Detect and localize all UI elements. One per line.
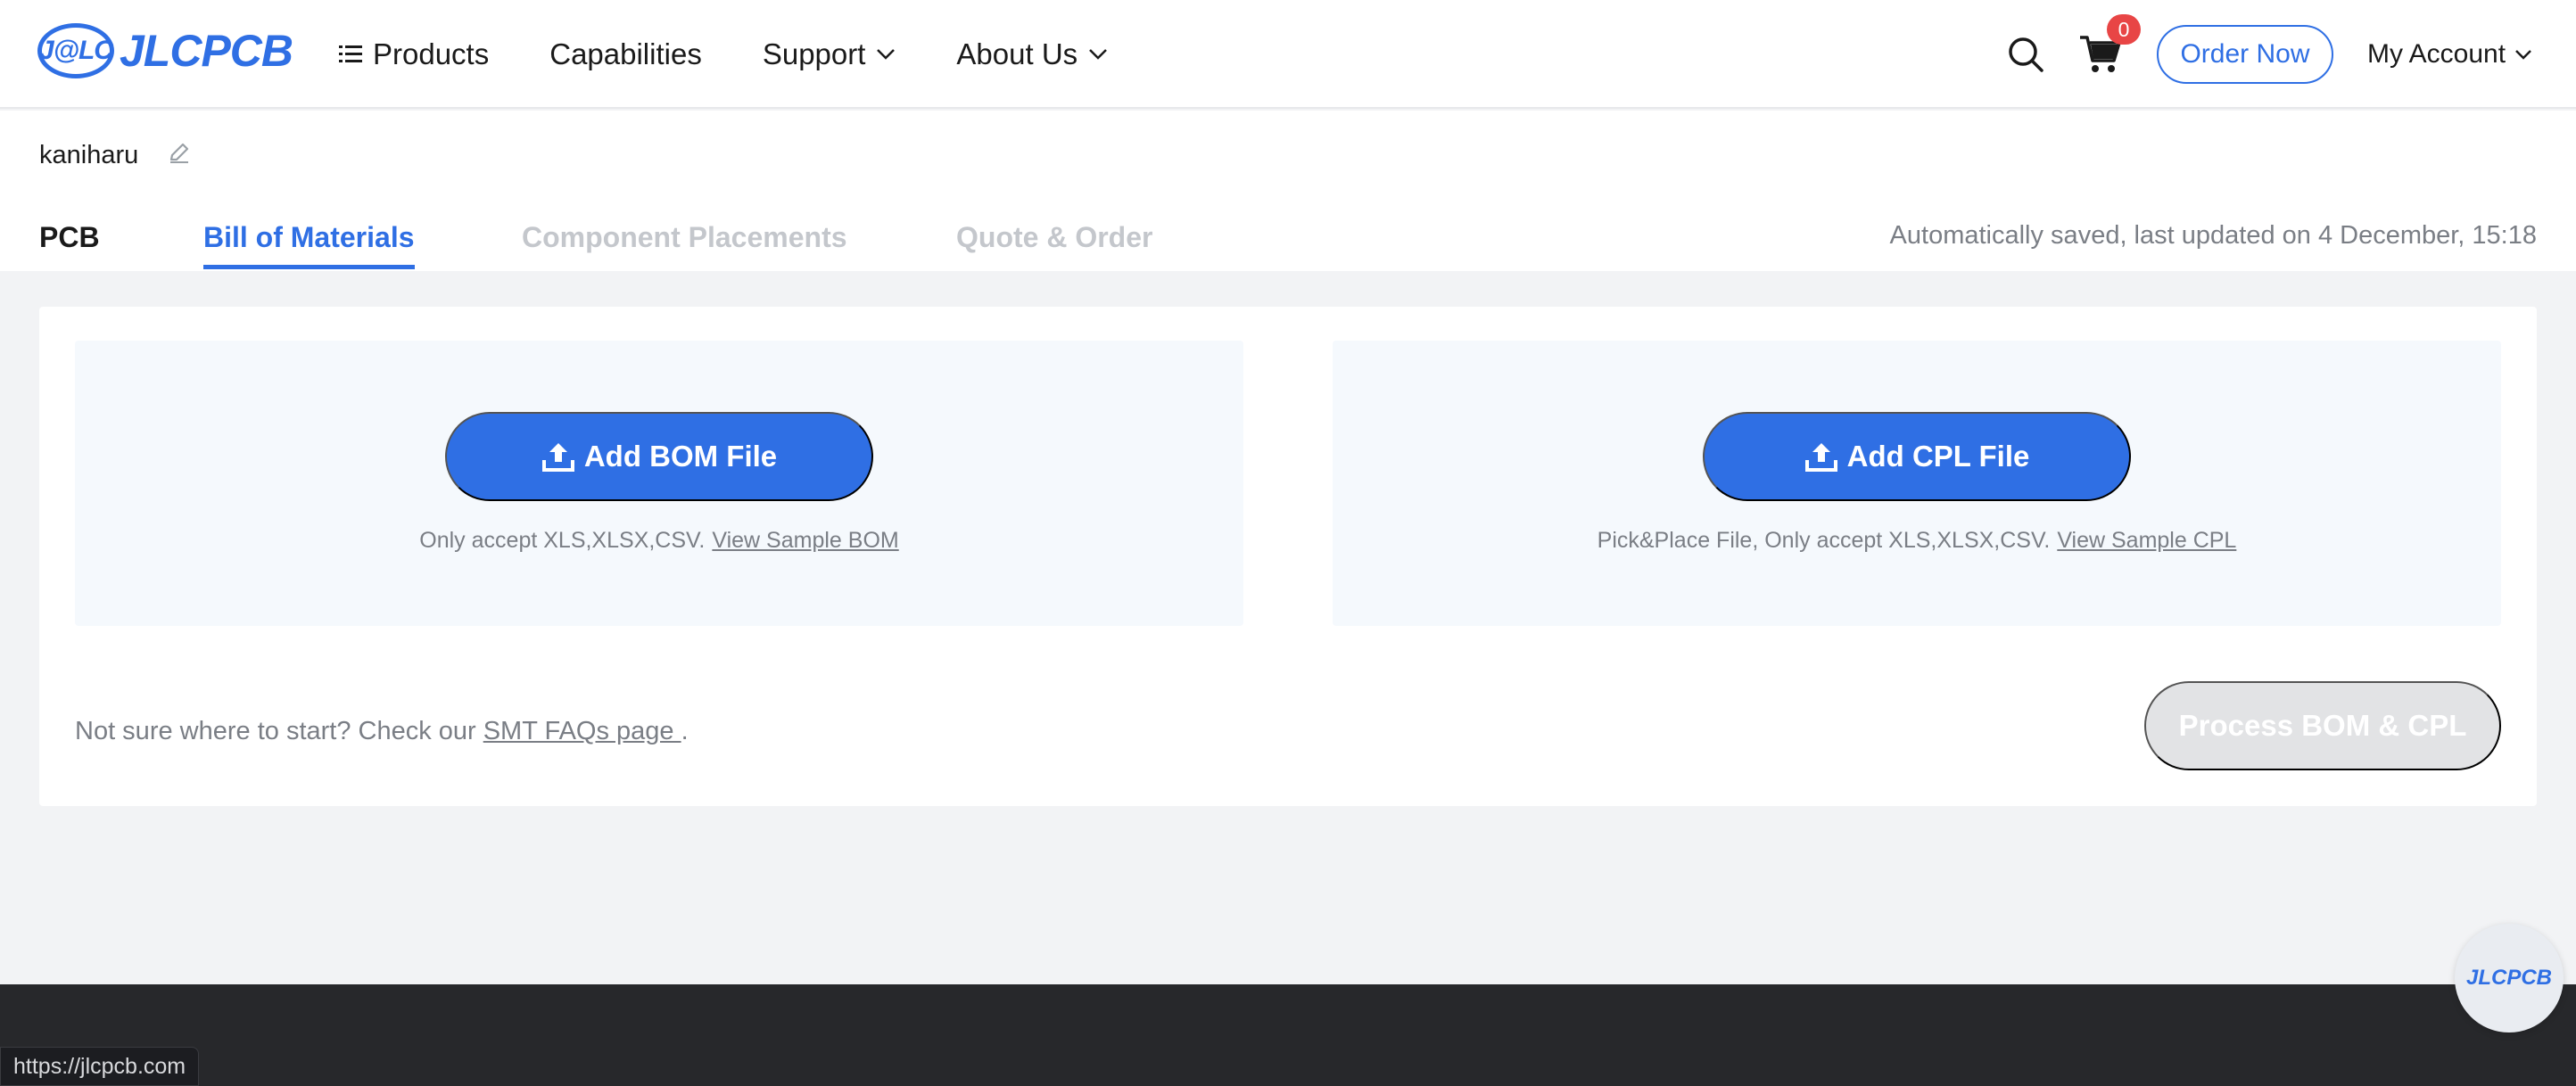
chevron-down-icon [1089,49,1108,60]
chat-widget-label: JLCPCB [2465,966,2552,990]
cpl-drop-zone[interactable]: Add CPL File Pick&Place File, Only accep… [1333,341,2501,626]
help-text-suffix: . [681,717,689,745]
logo-badge-text: J@LC [39,36,113,65]
project-header: kaniharu PCB Bill of Materials Component… [0,111,2576,271]
order-now-button[interactable]: Order Now [2157,25,2333,84]
help-text-prefix: Not sure where to start? Check our [75,717,476,745]
nav-capabilities[interactable]: Capabilities [549,37,702,71]
chevron-down-icon [2515,50,2531,60]
list-icon [339,45,362,62]
nav-support-label: Support [762,37,866,70]
cpl-hint-text: Pick&Place File, Only accept XLS,XLSX,CS… [1597,528,2051,553]
my-account-menu[interactable]: My Account [2367,36,2532,73]
pencil-edit-icon[interactable] [168,141,191,164]
view-sample-cpl-link[interactable]: View Sample CPL [2057,528,2236,553]
bom-hint-text: Only accept XLS,XLSX,CSV. [419,528,706,553]
tab-pcb[interactable]: PCB [39,214,100,271]
add-cpl-file-label: Add CPL File [1846,440,2030,473]
page-footer [0,984,2576,1086]
tab-quote-order: Quote & Order [956,221,1153,253]
smt-faqs-link[interactable]: SMT FAQs page [483,717,681,745]
nav-about-us-label: About Us [956,37,1078,70]
my-account-label: My Account [2367,39,2506,69]
browser-status-url: https://jlcpcb.com [0,1047,200,1086]
upload-icon [1804,443,1837,472]
bom-hint: Only accept XLS,XLSX,CSV. View Sample BOM [75,528,1243,554]
nav-support[interactable]: Support [763,37,896,71]
jlcpcb-chat-widget[interactable]: JLCPCB [2455,924,2564,1033]
view-sample-bom-link[interactable]: View Sample BOM [712,528,898,553]
top-navbar: J@LC JLCPCB Products Capabilities Suppor… [0,0,2576,109]
nav-capabilities-label: Capabilities [549,37,702,70]
process-bom-cpl-button[interactable]: Process BOM & CPL [2144,681,2501,770]
upload-card: Add BOM File Only accept XLS,XLSX,CSV. Vi… [39,307,2537,806]
cart-count-badge: 0 [2107,14,2141,45]
add-bom-file-button[interactable]: Add BOM File [445,412,873,501]
add-cpl-file-button[interactable]: Add CPL File [1703,412,2131,501]
logo-wordmark: JLCPCB [120,26,293,76]
jlcpcb-logo[interactable]: J@LC JLCPCB [37,23,293,78]
logo-badge: J@LC [37,23,114,78]
bom-drop-zone[interactable]: Add BOM File Only accept XLS,XLSX,CSV. Vi… [75,341,1243,626]
nav-about-us[interactable]: About Us [956,37,1108,71]
chevron-down-icon [877,49,896,60]
project-name: kaniharu [39,141,139,169]
nav-products[interactable]: Products [339,37,489,71]
cpl-hint: Pick&Place File, Only accept XLS,XLSX,CS… [1333,528,2501,554]
help-text: Not sure where to start? Check our SMT FA… [75,717,689,746]
main-nav: Products Capabilities Support About Us [339,0,1168,109]
search-icon[interactable] [2007,36,2044,73]
tab-bill-of-materials[interactable]: Bill of Materials [203,214,415,269]
upload-icon [541,443,574,472]
add-bom-file-label: Add BOM File [583,440,778,473]
autosave-status: Automatically saved, last updated on 4 D… [1889,221,2537,250]
tab-component-placements: Component Placements [522,221,847,253]
nav-products-label: Products [373,37,490,70]
